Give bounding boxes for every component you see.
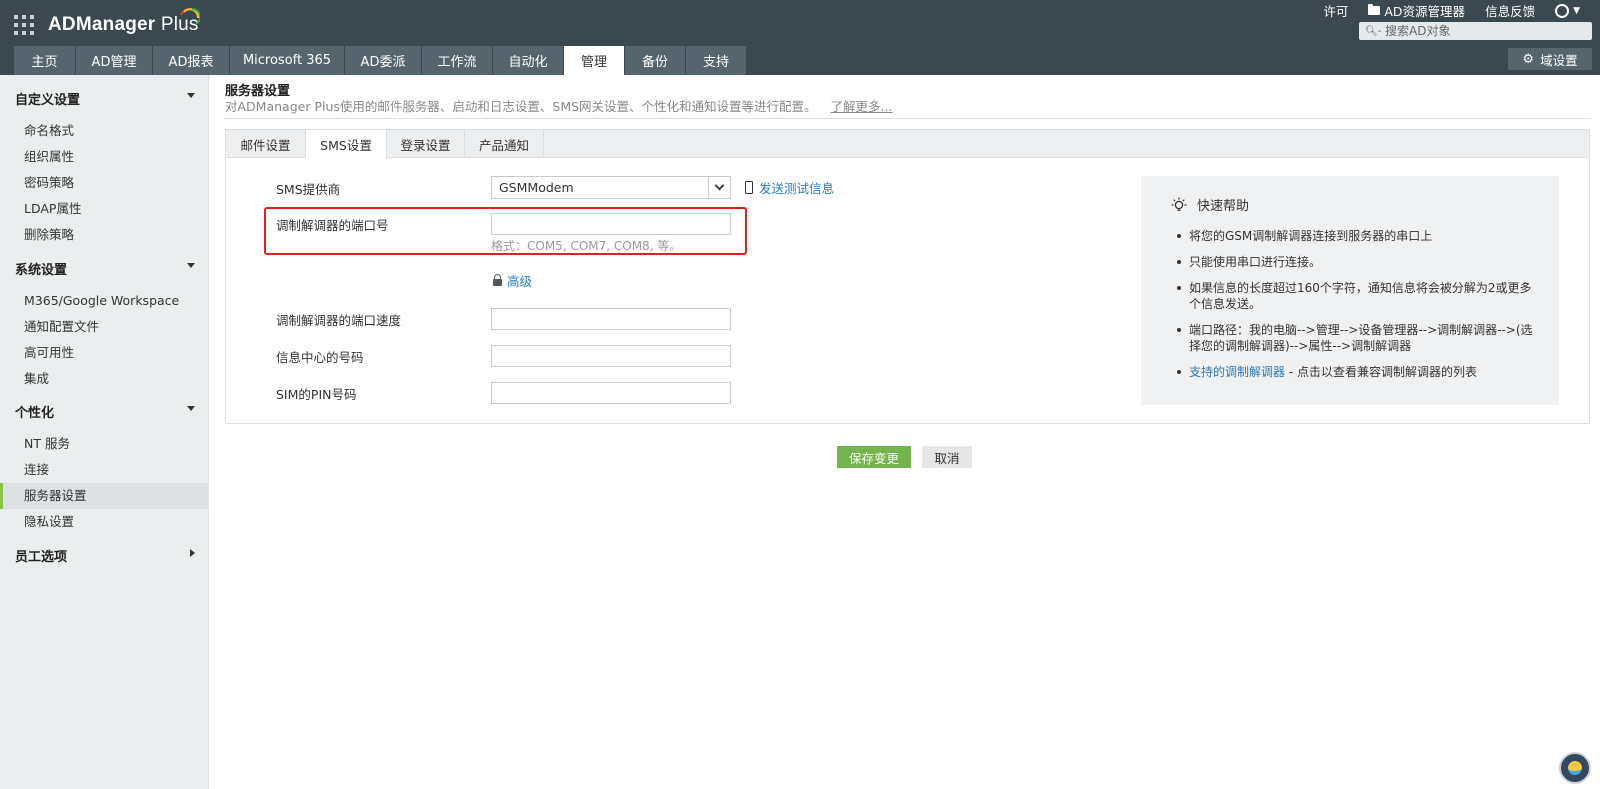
tab-ad-management[interactable]: AD管理 <box>76 46 152 75</box>
sidebar-section-employee-options[interactable]: 员工选项 <box>15 546 195 565</box>
sidebar-item-server-settings[interactable]: 服务器设置 <box>0 483 209 509</box>
list-item: 如果信息的长度超过160个字符，通知信息将会被分解为2或更多个信息发送。 <box>1177 280 1539 312</box>
divider <box>225 118 1590 119</box>
sms-provider-select[interactable]: GSMModem <box>491 176 731 199</box>
sidebar: 自定义设置 命名格式 组织属性 密码策略 LDAP属性 删除策略 系统设置 M3… <box>0 75 209 789</box>
search-bar: 🔍︎- <box>1359 22 1592 40</box>
tab-support[interactable]: 支持 <box>686 46 746 75</box>
tab-admin[interactable]: 管理 <box>564 46 624 75</box>
gear-icon: ⚙ <box>1522 51 1535 67</box>
user-menu[interactable]: ▼ <box>1545 3 1590 18</box>
list-item: 支持的调制解调器 - 点击以查看兼容调制解调器的列表 <box>1177 364 1539 380</box>
search-icon[interactable]: 🔍︎- <box>1365 26 1381 37</box>
ad-explorer-link[interactable]: AD资源管理器 <box>1358 1 1475 20</box>
list-item: 只能使用串口进行连接。 <box>1177 254 1539 270</box>
sms-provider-label: SMS提供商 <box>276 182 341 197</box>
license-link[interactable]: 许可 <box>1313 1 1358 20</box>
learn-more-link[interactable]: 了解更多... <box>831 99 893 114</box>
sidebar-item-high-availability[interactable]: 高可用性 <box>0 340 209 366</box>
caret-right-icon <box>190 549 195 557</box>
sim-pin-label: SIM的PIN号码 <box>276 387 357 402</box>
product-logo[interactable]: ADManager Plus <box>48 14 199 36</box>
message-center-label: 信息中心的号码 <box>276 350 364 365</box>
tab-home[interactable]: 主页 <box>14 46 75 75</box>
app-grid-icon[interactable] <box>14 15 34 35</box>
feedback-link[interactable]: 信息反馈 <box>1475 1 1545 20</box>
sidebar-item-nt-service[interactable]: NT 服务 <box>0 431 209 457</box>
sidebar-item-naming-format[interactable]: 命名格式 <box>0 118 209 144</box>
modem-port-input[interactable] <box>491 213 731 235</box>
sidebar-item-delete-policy[interactable]: 删除策略 <box>0 222 209 248</box>
tab-mail-settings[interactable]: 邮件设置 <box>226 130 306 158</box>
tab-backup[interactable]: 备份 <box>625 46 685 75</box>
tab-workflow[interactable]: 工作流 <box>422 46 492 75</box>
chevron-down-icon <box>714 180 725 191</box>
sidebar-item-m365-google[interactable]: M365/Google Workspace <box>0 288 209 314</box>
advanced-link[interactable]: 高级 <box>493 271 532 290</box>
caret-down-icon <box>187 263 195 268</box>
tab-product-notification[interactable]: 产品通知 <box>465 130 544 158</box>
sidebar-item-org-attributes[interactable]: 组织属性 <box>0 144 209 170</box>
folder-icon <box>1368 4 1381 15</box>
sidebar-section-system[interactable]: 系统设置 <box>15 259 195 278</box>
dropdown-toggle[interactable] <box>708 177 730 198</box>
sidebar-item-password-policy[interactable]: 密码策略 <box>0 170 209 196</box>
lock-icon <box>493 273 502 286</box>
quick-help-list: 将您的GSM调制解调器连接到服务器的串口上 只能使用串口进行连接。 如果信息的长… <box>1177 228 1539 390</box>
tab-logon-settings[interactable]: 登录设置 <box>387 130 465 158</box>
send-test-message-link[interactable]: 发送测试信息 <box>745 178 834 197</box>
user-icon <box>1555 3 1570 18</box>
logo-swoosh-icon <box>180 7 200 25</box>
sidebar-section-custom[interactable]: 自定义设置 <box>15 89 195 108</box>
caret-down-icon <box>187 406 195 411</box>
tab-automation[interactable]: 自动化 <box>493 46 563 75</box>
lightbulb-icon <box>1171 197 1187 211</box>
sidebar-item-privacy-settings[interactable]: 隐私设置 <box>0 509 209 535</box>
sim-pin-input[interactable] <box>491 382 731 404</box>
caret-down-icon: ▼ <box>1573 5 1580 16</box>
tab-microsoft-365[interactable]: Microsoft 365 <box>230 46 344 75</box>
modem-speed-input[interactable] <box>491 308 731 330</box>
tab-ad-reports[interactable]: AD报表 <box>153 46 229 75</box>
modem-port-label: 调制解调器的端口号 <box>276 218 389 233</box>
sidebar-item-integration[interactable]: 集成 <box>0 366 209 392</box>
tab-sms-settings[interactable]: SMS设置 <box>306 130 387 159</box>
page-description: 对ADManager Plus使用的邮件服务器、启动和日志设置、SMS网关设置、… <box>225 99 893 114</box>
quick-help-panel: 快速帮助 将您的GSM调制解调器连接到服务器的串口上 只能使用串口进行连接。 如… <box>1141 176 1559 405</box>
sidebar-section-personalization[interactable]: 个性化 <box>15 402 195 421</box>
cancel-button[interactable]: 取消 <box>922 446 972 468</box>
sidebar-item-notification-profiles[interactable]: 通知配置文件 <box>0 314 209 340</box>
top-header: ADManager Plus 许可 AD资源管理器 信息反馈 ▼ 🔍︎- ⚙ 域… <box>0 0 1600 75</box>
sidebar-item-ldap-attributes[interactable]: LDAP属性 <box>0 196 209 222</box>
sidebar-item-connection[interactable]: 连接 <box>0 457 209 483</box>
save-button[interactable]: 保存变更 <box>837 446 911 468</box>
domain-settings-button[interactable]: ⚙ 域设置 <box>1508 48 1592 70</box>
list-item: 将您的GSM调制解调器连接到服务器的串口上 <box>1177 228 1539 244</box>
search-input[interactable] <box>1385 24 1585 38</box>
list-item: 端口路径：我的电脑-->管理-->设备管理器-->调制解调器-->(选择您的调制… <box>1177 322 1539 354</box>
tab-ad-delegation[interactable]: AD委派 <box>345 46 421 75</box>
chat-assistant-button[interactable] <box>1559 752 1591 784</box>
assistant-avatar-icon <box>1568 761 1582 775</box>
caret-down-icon <box>187 93 195 98</box>
settings-subtabs: 邮件设置 SMS设置 登录设置 产品通知 <box>226 130 1589 159</box>
quick-help-title: 快速帮助 <box>1171 195 1249 214</box>
message-center-input[interactable] <box>491 345 731 367</box>
supported-modems-link[interactable]: 支持的调制解调器 <box>1189 365 1285 379</box>
modem-speed-label: 调制解调器的端口速度 <box>276 313 402 328</box>
modem-port-hint: 格式：COM5, COM7, COM8, 等。 <box>491 239 682 253</box>
main-tabs: 主页 AD管理 AD报表 Microsoft 365 AD委派 工作流 自动化 … <box>14 46 747 75</box>
mobile-phone-icon <box>745 181 753 194</box>
